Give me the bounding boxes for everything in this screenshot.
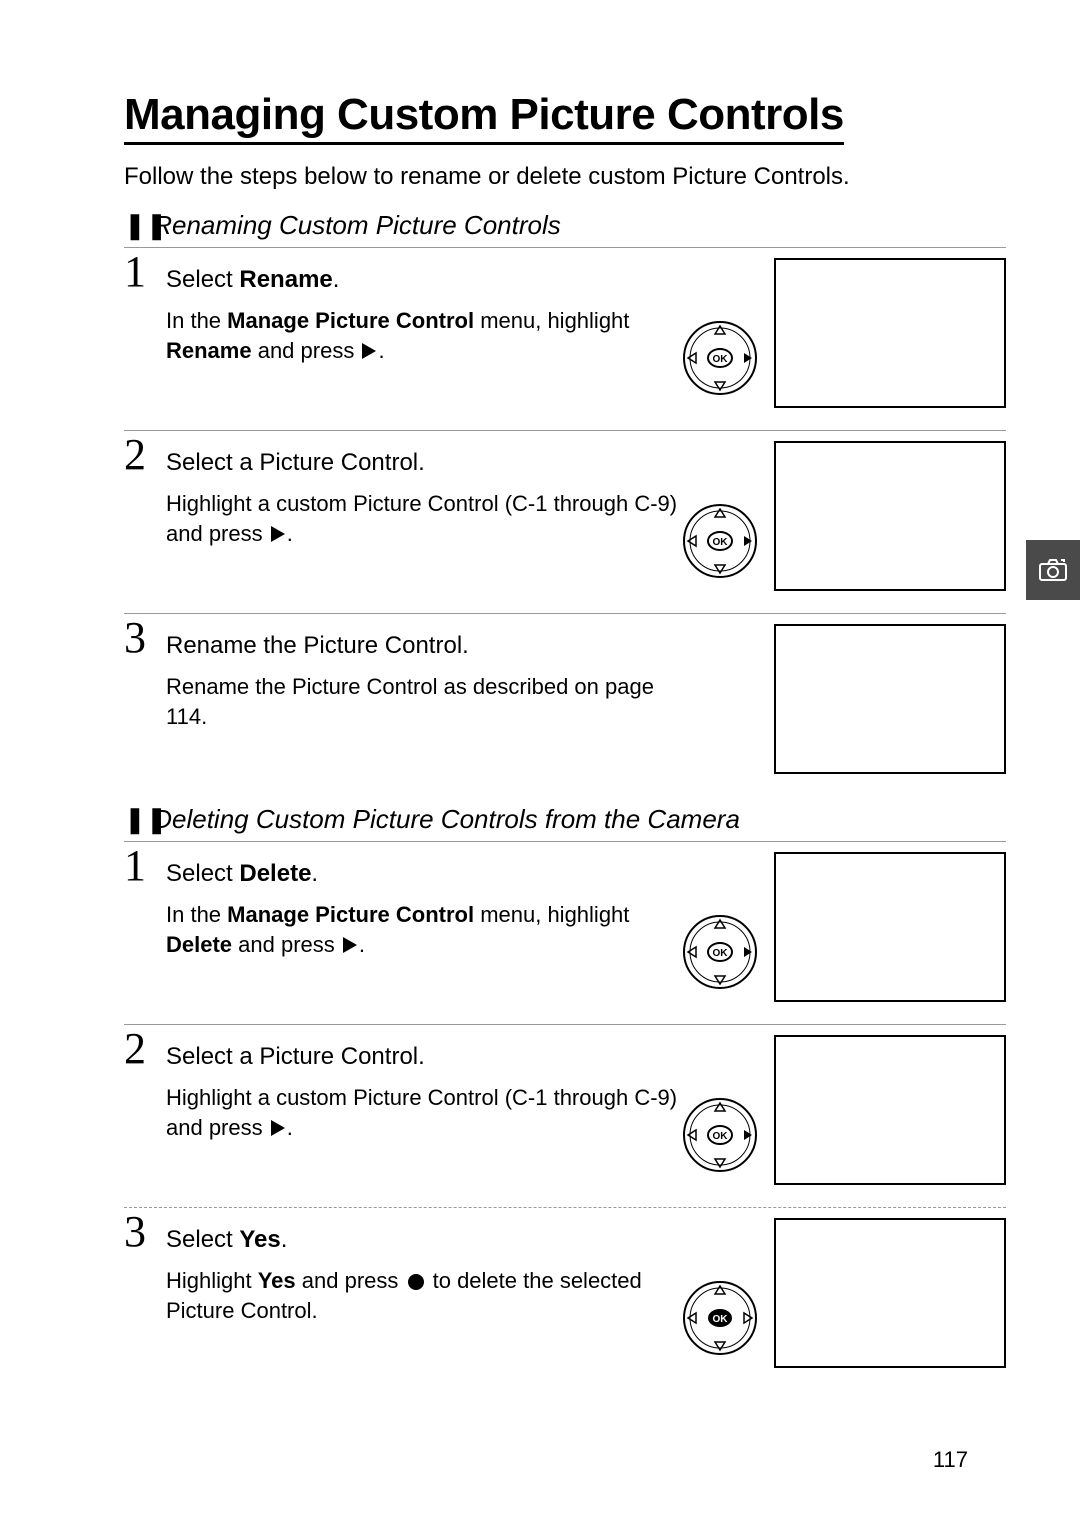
t: Manage Picture Control bbox=[227, 308, 474, 333]
section-title-text: Renaming Custom Picture Controls bbox=[153, 210, 561, 240]
t: In the bbox=[166, 902, 227, 927]
step-number: 3 bbox=[124, 616, 146, 660]
step-body-text: In the Manage Picture Control menu, high… bbox=[166, 900, 696, 959]
step-heading: Select Delete. bbox=[166, 860, 696, 888]
t: Delete bbox=[239, 860, 311, 887]
t: . bbox=[333, 266, 340, 293]
step-number: 2 bbox=[124, 433, 146, 477]
t: In the bbox=[166, 308, 227, 333]
svg-text:OK: OK bbox=[713, 948, 729, 959]
step-number: 1 bbox=[124, 844, 146, 888]
svg-text:OK: OK bbox=[713, 1314, 729, 1325]
t: menu, highlight bbox=[474, 902, 629, 927]
ok-button-icon bbox=[408, 1274, 424, 1290]
t: and press bbox=[232, 932, 341, 957]
page-number: 117 bbox=[933, 1447, 968, 1473]
t: menu, highlight bbox=[474, 308, 629, 333]
screenshot-placeholder bbox=[774, 258, 1006, 408]
section-title-rename: ❚❚ Renaming Custom Picture Controls bbox=[124, 210, 1006, 241]
step-heading: Rename the Picture Control. bbox=[166, 632, 696, 660]
step-number: 2 bbox=[124, 1027, 146, 1071]
rename-step-3: 3 Rename the Picture Control. Rename the… bbox=[124, 613, 1006, 786]
step-heading: Select a Picture Control. bbox=[166, 449, 696, 477]
t: Highlight a custom Picture Control (C-1 … bbox=[166, 491, 677, 546]
t: Rename bbox=[239, 266, 332, 293]
rename-step-2: 2 Select a Picture Control. Highlight a … bbox=[124, 430, 1006, 613]
right-arrow-icon bbox=[362, 343, 376, 359]
multi-selector-icon: OK bbox=[682, 1097, 758, 1173]
t: Yes bbox=[258, 1268, 296, 1293]
svg-text:OK: OK bbox=[713, 354, 729, 365]
side-tab-camera bbox=[1026, 540, 1080, 600]
intro-text: Follow the steps below to rename or dele… bbox=[124, 161, 1006, 192]
step-body-text: Highlight a custom Picture Control (C-1 … bbox=[166, 1083, 696, 1142]
step-heading: Select a Picture Control. bbox=[166, 1043, 696, 1071]
step-heading: Select Rename. bbox=[166, 266, 696, 294]
section-marker: ❚❚ bbox=[124, 210, 146, 241]
t: . bbox=[311, 860, 318, 887]
rename-step-1: 1 Select Rename. In the Manage Picture C… bbox=[124, 247, 1006, 430]
section-title-text: Deleting Custom Picture Controls from th… bbox=[153, 804, 740, 834]
delete-step-2: 2 Select a Picture Control. Highlight a … bbox=[124, 1024, 1006, 1207]
page-title: Managing Custom Picture Controls bbox=[124, 90, 844, 145]
t: Delete bbox=[166, 932, 232, 957]
multi-selector-icon: OK bbox=[682, 320, 758, 396]
svg-text:OK: OK bbox=[713, 1131, 729, 1142]
step-heading: Select Yes. bbox=[166, 1226, 696, 1254]
screenshot-placeholder bbox=[774, 1035, 1006, 1185]
t: Rename bbox=[166, 338, 252, 363]
screenshot-placeholder bbox=[774, 852, 1006, 1002]
right-arrow-icon bbox=[271, 1120, 285, 1136]
step-body-text: Rename the Picture Control as described … bbox=[166, 672, 696, 731]
screenshot-placeholder bbox=[774, 441, 1006, 591]
step-number: 1 bbox=[124, 250, 146, 294]
section-title-delete: ❚❚ Deleting Custom Picture Controls from… bbox=[124, 804, 1006, 835]
delete-step-1: 1 Select Delete. In the Manage Picture C… bbox=[124, 841, 1006, 1024]
camera-icon bbox=[1039, 559, 1067, 581]
right-arrow-icon bbox=[343, 937, 357, 953]
t: Select bbox=[166, 266, 239, 293]
t: Manage Picture Control bbox=[227, 902, 474, 927]
t: and press bbox=[296, 1268, 405, 1293]
t: Select bbox=[166, 1226, 239, 1253]
t: Yes bbox=[239, 1226, 280, 1253]
t: . bbox=[281, 1226, 288, 1253]
t: Select bbox=[166, 860, 239, 887]
t: Highlight bbox=[166, 1268, 258, 1293]
t: Highlight a custom Picture Control (C-1 … bbox=[166, 1085, 677, 1140]
right-arrow-icon bbox=[271, 526, 285, 542]
multi-selector-icon: OK bbox=[682, 914, 758, 990]
screenshot-placeholder bbox=[774, 1218, 1006, 1368]
section-marker: ❚❚ bbox=[124, 804, 146, 835]
step-body-text: In the Manage Picture Control menu, high… bbox=[166, 306, 696, 365]
step-body-text: Highlight Yes and press to delete the se… bbox=[166, 1266, 696, 1325]
screenshot-placeholder bbox=[774, 624, 1006, 774]
step-body-text: Highlight a custom Picture Control (C-1 … bbox=[166, 489, 696, 548]
svg-text:OK: OK bbox=[713, 537, 729, 548]
multi-selector-icon: OK bbox=[682, 1280, 758, 1356]
t: and press bbox=[252, 338, 361, 363]
step-number: 3 bbox=[124, 1210, 146, 1254]
multi-selector-icon: OK bbox=[682, 503, 758, 579]
delete-step-3: 3 Select Yes. Highlight Yes and press to… bbox=[124, 1207, 1006, 1390]
